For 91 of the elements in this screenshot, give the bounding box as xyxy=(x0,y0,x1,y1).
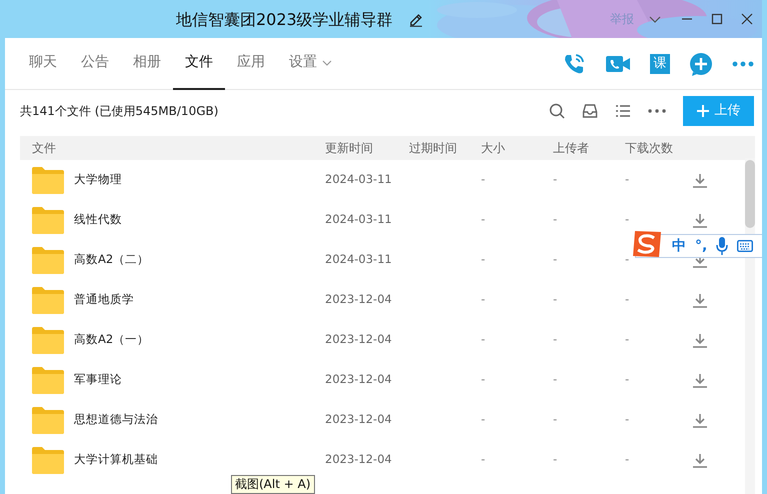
uploader-name: - xyxy=(553,412,558,426)
upload-button[interactable]: 上传 xyxy=(683,96,754,126)
file-size: - xyxy=(481,172,486,186)
download-icon[interactable] xyxy=(693,292,707,308)
file-size: - xyxy=(481,412,486,426)
download-count: - xyxy=(625,172,630,186)
column-header: 大小 xyxy=(481,141,505,155)
phone-icon[interactable] xyxy=(562,52,586,76)
update-date: 2024-03-11 xyxy=(325,212,392,226)
file-name: 高数A2（一） xyxy=(74,331,150,348)
input-mode-toggle[interactable]: 中 xyxy=(672,236,686,256)
keyboard-icon[interactable] xyxy=(737,240,754,252)
microphone-icon[interactable] xyxy=(716,237,728,255)
tab[interactable]: 聊天 xyxy=(17,38,69,90)
file-size: - xyxy=(481,252,486,266)
folder-icon xyxy=(32,246,64,274)
close-icon[interactable] xyxy=(740,12,754,26)
update-date: 2023-12-04 xyxy=(325,292,392,306)
update-date: 2023-12-04 xyxy=(325,372,392,386)
tab[interactable]: 应用 xyxy=(225,38,277,90)
more-icon[interactable] xyxy=(648,109,666,113)
search-icon[interactable] xyxy=(549,103,565,119)
uploader-name: - xyxy=(553,292,558,306)
download-icon[interactable] xyxy=(693,452,707,468)
folder-icon xyxy=(32,206,64,234)
update-date: 2023-12-04 xyxy=(325,452,392,466)
download-count: - xyxy=(625,332,630,346)
download-count: - xyxy=(625,252,630,266)
uploader-name: - xyxy=(553,172,558,186)
file-size: - xyxy=(481,452,486,466)
course-button[interactable]: 课 xyxy=(650,54,670,74)
uploader-name: - xyxy=(553,332,558,346)
folder-icon xyxy=(32,446,64,474)
column-header: 更新时间 xyxy=(325,141,373,155)
column-header: 上传者 xyxy=(553,141,589,155)
uploader-name: - xyxy=(553,372,558,386)
uploader-name: - xyxy=(553,252,558,266)
inbox-icon[interactable] xyxy=(582,103,598,119)
update-date: 2024-03-11 xyxy=(325,252,392,266)
more-icon[interactable] xyxy=(732,60,754,66)
ime-logo-icon[interactable] xyxy=(630,229,664,259)
plus-icon xyxy=(696,105,708,117)
folder-icon xyxy=(32,406,64,434)
file-size: - xyxy=(481,292,486,306)
download-icon[interactable] xyxy=(693,212,707,228)
update-date: 2024-03-11 xyxy=(325,172,392,186)
download-icon[interactable] xyxy=(693,332,707,348)
file-size: - xyxy=(481,372,486,386)
update-date: 2023-12-04 xyxy=(325,412,392,426)
file-count-text: 共141个文件 (已使用545MB/10GB) xyxy=(20,103,218,120)
scrollbar-thumb[interactable] xyxy=(745,160,755,228)
video-camera-icon[interactable] xyxy=(605,54,631,74)
update-date: 2023-12-04 xyxy=(325,332,392,346)
tab[interactable]: 文件 xyxy=(173,38,225,90)
file-name: 思想道德与法治 xyxy=(74,411,158,428)
file-name: 普通地质学 xyxy=(74,291,134,308)
column-header: 文件 xyxy=(32,140,56,157)
download-icon[interactable] xyxy=(693,372,707,388)
file-size: - xyxy=(481,332,486,346)
download-icon[interactable] xyxy=(693,412,707,428)
chevron-down-icon xyxy=(322,58,332,68)
column-header: 过期时间 xyxy=(409,141,457,155)
folder-icon xyxy=(32,326,64,354)
file-name: 军事理论 xyxy=(74,371,122,388)
folder-icon xyxy=(32,366,64,394)
maximize-icon[interactable] xyxy=(710,12,724,26)
tab[interactable]: 公告 xyxy=(69,38,121,90)
download-count: - xyxy=(625,372,630,386)
list-icon[interactable] xyxy=(615,104,631,118)
download-count: - xyxy=(625,212,630,226)
edit-icon[interactable] xyxy=(409,13,423,27)
folder-icon xyxy=(32,166,64,194)
file-name: 大学物理 xyxy=(74,171,122,188)
window-title: 地信智囊团2023级学业辅导群 xyxy=(176,9,393,31)
add-icon[interactable] xyxy=(689,52,713,76)
column-header: 下载次数 xyxy=(625,141,673,155)
uploader-name: - xyxy=(553,452,558,466)
punctuation-toggle[interactable]: °, xyxy=(695,236,708,256)
download-count: - xyxy=(625,292,630,306)
download-count: - xyxy=(625,452,630,466)
tab[interactable]: 相册 xyxy=(121,38,173,90)
tab[interactable]: 设置 xyxy=(277,38,344,90)
uploader-name: - xyxy=(553,212,558,226)
tooltip: 截图(Alt + A) xyxy=(231,475,315,494)
download-icon[interactable] xyxy=(693,172,707,188)
folder-icon xyxy=(32,286,64,314)
file-name: 大学计算机基础 xyxy=(74,451,158,468)
file-name: 高数A2（二） xyxy=(74,251,150,268)
download-count: - xyxy=(625,412,630,426)
file-size: - xyxy=(481,212,486,226)
file-name: 线性代数 xyxy=(74,211,122,228)
